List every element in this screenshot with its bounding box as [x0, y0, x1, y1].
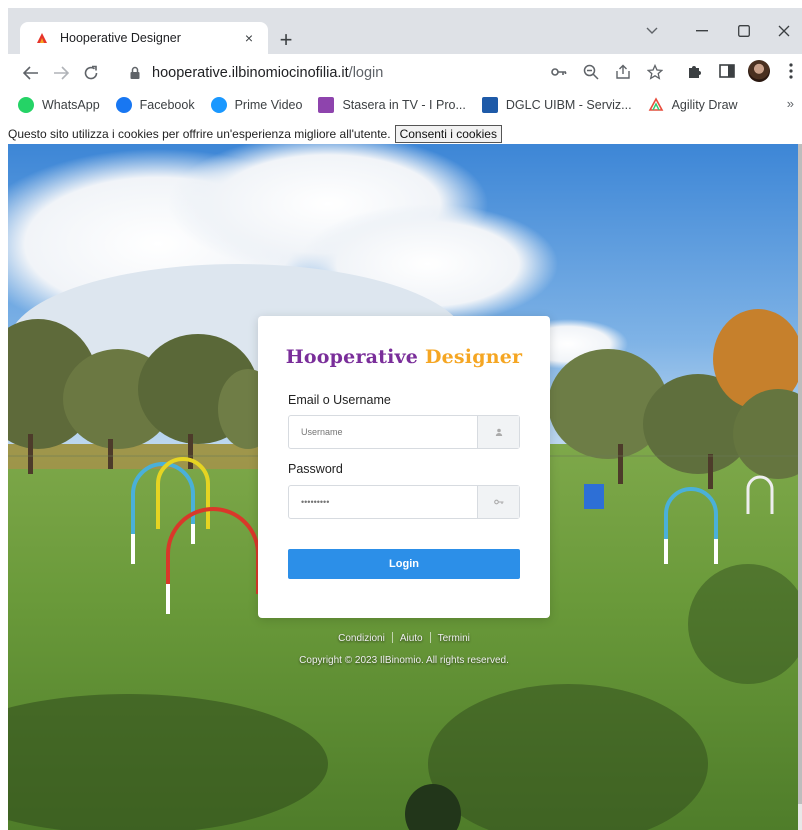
footer-divider — [429, 632, 431, 643]
logo-designer: Designer — [424, 346, 523, 368]
bookmark-label: WhatsApp — [42, 98, 100, 112]
footer-divider — [391, 632, 393, 643]
site-favicon-icon — [37, 33, 47, 43]
tab-title: Hooperative Designer — [60, 31, 181, 45]
bookmarks-overflow-icon[interactable]: » — [787, 96, 794, 111]
cookie-banner: Questo sito utilizza i cookies per offri… — [8, 124, 802, 144]
footer-link-aiuto[interactable]: Aiuto — [400, 633, 423, 644]
email-field — [288, 415, 520, 449]
tab-search-icon[interactable] — [632, 16, 672, 46]
user-icon — [477, 416, 519, 448]
hooperative-designer-logo: Hooperative Designer — [258, 346, 550, 368]
back-arrow-icon[interactable] — [16, 58, 46, 88]
accept-cookies-button[interactable]: Consenti i cookies — [394, 125, 502, 143]
bookmark-label: DGLC UIBM - Serviz... — [505, 98, 632, 112]
copyright-text: Copyright © 2023 IlBinomio. All rights r… — [299, 655, 509, 666]
email-label: Email o Username — [288, 393, 391, 407]
logo-hooperative: Hooperative — [285, 346, 419, 368]
forward-arrow-icon[interactable] — [46, 58, 76, 88]
zoom-icon[interactable] — [580, 61, 602, 83]
footer-links: Condizioni Aiuto Termini — [258, 632, 550, 644]
cookie-message: Questo sito utilizza i cookies per offri… — [8, 127, 391, 141]
footer-link-condizioni[interactable]: Condizioni — [338, 633, 385, 644]
share-icon[interactable] — [612, 61, 634, 83]
url-path: /login — [348, 65, 384, 81]
password-label: Password — [288, 462, 343, 476]
menu-kebab-icon[interactable] — [780, 60, 802, 82]
password-field — [288, 485, 520, 519]
tab-active[interactable]: Hooperative Designer × — [20, 22, 268, 54]
url-host: hooperative.ilbinomiocinofilia.it — [152, 65, 349, 81]
new-tab-icon[interactable]: + — [272, 26, 300, 54]
bookmark-stasera-in-tv[interactable]: Stasera in TV - I Pro... — [318, 97, 466, 113]
email-input[interactable] — [289, 416, 477, 448]
maximize-icon[interactable] — [724, 16, 764, 46]
bookmark-dglc-uibm[interactable]: DGLC UIBM - Serviz... — [481, 97, 632, 113]
tab-strip: Hooperative Designer × + — [8, 8, 802, 54]
key-icon — [477, 486, 519, 518]
uibm-icon — [481, 97, 498, 113]
page-scrollbar[interactable] — [798, 144, 802, 830]
facebook-icon — [115, 97, 132, 113]
profile-avatar[interactable] — [748, 60, 770, 82]
agility-draw-icon — [648, 97, 663, 111]
footer-link-termini[interactable]: Termini — [438, 633, 470, 644]
bookmark-label: Agility Draw — [671, 98, 738, 112]
login-button[interactable]: Login — [288, 549, 520, 579]
browser-toolbar: hooperative.ilbinomiocinofilia.it/login — [8, 54, 802, 92]
bookmark-prime-video[interactable]: Prime Video — [210, 97, 303, 113]
password-input[interactable] — [289, 486, 477, 518]
login-card: Hooperative Designer Email o Username Pa… — [258, 316, 550, 618]
extensions-puzzle-icon[interactable] — [684, 60, 706, 82]
bookmarks-bar: WhatsApp Facebook Prime Video Stasera in… — [8, 92, 802, 118]
close-window-icon[interactable] — [764, 16, 802, 46]
bookmark-facebook[interactable]: Facebook — [115, 97, 195, 113]
prime-video-icon — [210, 97, 227, 113]
minimize-icon[interactable] — [682, 16, 722, 46]
tv-icon — [318, 97, 335, 113]
lock-icon[interactable] — [128, 66, 142, 80]
side-panel-icon[interactable] — [716, 60, 738, 82]
bookmark-whatsapp[interactable]: WhatsApp — [18, 97, 100, 113]
star-icon[interactable] — [644, 61, 666, 83]
bookmark-agility-draw[interactable]: Agility Draw — [648, 97, 738, 113]
reload-icon[interactable] — [76, 58, 106, 88]
key-icon[interactable] — [548, 61, 570, 83]
bookmark-label: Facebook — [139, 98, 195, 112]
whatsapp-icon — [18, 97, 34, 113]
tab-close-icon[interactable]: × — [240, 29, 258, 47]
bookmark-label: Prime Video — [234, 98, 303, 112]
bookmark-label: Stasera in TV - I Pro... — [342, 98, 466, 112]
